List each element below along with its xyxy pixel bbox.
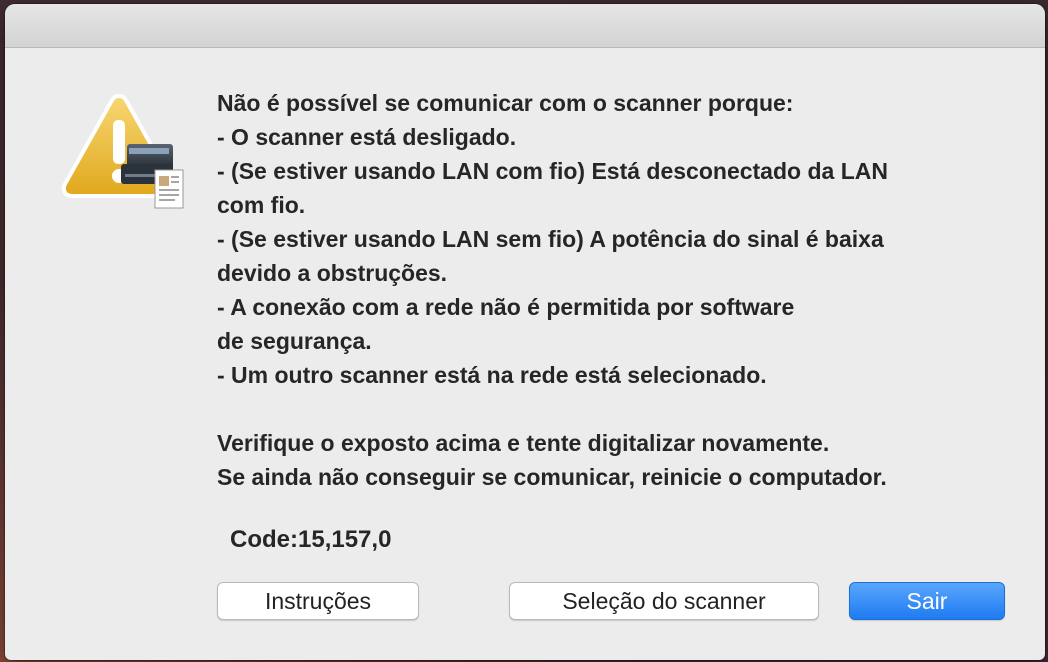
- warning-scanner-icon: [57, 90, 185, 214]
- dialog-titlebar[interactable]: [5, 4, 1045, 48]
- message-line: Não é possível se comunicar com o scanne…: [217, 90, 794, 116]
- exit-button[interactable]: Sair: [849, 582, 1005, 620]
- message-line: - Um outro scanner está na rede está sel…: [217, 362, 767, 388]
- instructions-button[interactable]: Instruções: [217, 582, 419, 620]
- alert-dialog: Não é possível se comunicar com o scanne…: [5, 4, 1045, 660]
- message-line: - (Se estiver usando LAN com fio) Está d…: [217, 158, 888, 184]
- advice-line: Verifique o exposto acima e tente digita…: [217, 430, 830, 456]
- scanner-selection-button[interactable]: Seleção do scanner: [509, 582, 819, 620]
- message-line: com fio.: [217, 192, 306, 218]
- advice-line: Se ainda não conseguir se comunicar, rei…: [217, 464, 887, 490]
- message-line: devido a obstruções.: [217, 260, 448, 286]
- error-code: Code:15,157,0: [230, 526, 392, 553]
- error-message: Não é possível se comunicar com o scanne…: [217, 86, 1017, 494]
- message-line: - O scanner está desligado.: [217, 124, 517, 150]
- message-line: - A conexão com a rede não é permitida p…: [217, 294, 795, 320]
- message-line: de segurança.: [217, 328, 372, 354]
- message-line: - (Se estiver usando LAN sem fio) A potê…: [217, 226, 884, 252]
